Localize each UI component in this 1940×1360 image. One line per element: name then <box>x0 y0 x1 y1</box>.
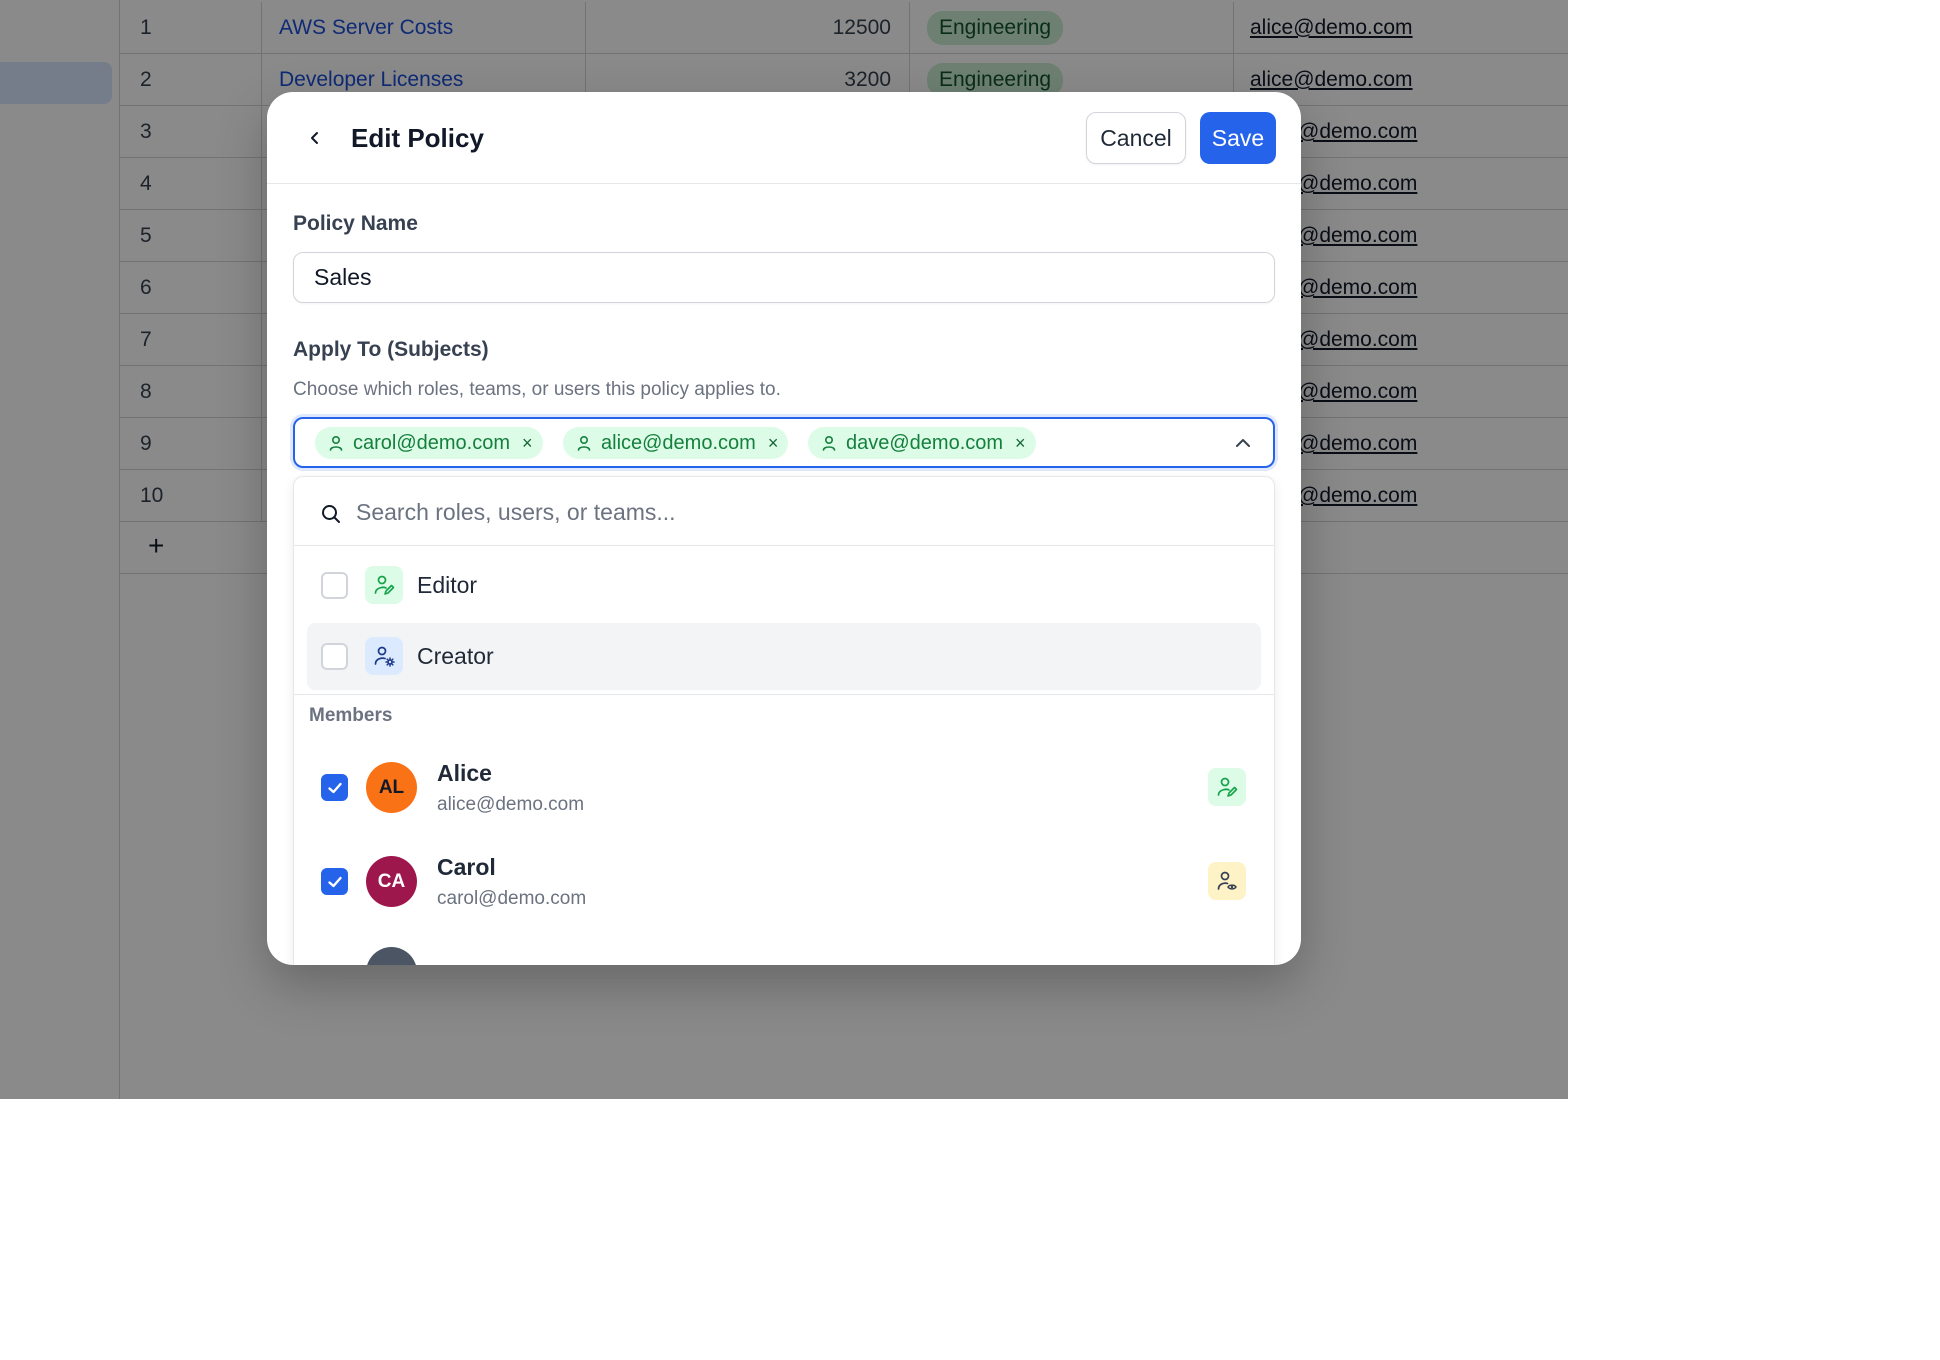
user-edit-icon <box>365 566 403 604</box>
check-icon <box>327 876 342 887</box>
policy-name-label: Policy Name <box>293 212 418 235</box>
selected-subject-chip: dave@demo.com × <box>808 427 1036 459</box>
avatar: CA <box>366 856 417 907</box>
check-icon <box>327 782 342 793</box>
user-icon <box>327 434 345 452</box>
user-edit-icon <box>1208 768 1246 806</box>
chip-remove-icon[interactable]: × <box>1015 433 1026 454</box>
member-option-carol[interactable]: CA Carol carol@demo.com <box>294 836 1274 926</box>
chip-remove-icon[interactable]: × <box>522 433 533 454</box>
policy-name-input[interactable]: Sales <box>293 252 1275 303</box>
member-email: alice@demo.com <box>437 794 585 815</box>
subjects-multiselect[interactable]: carol@demo.com × alice@demo.com × dave@d… <box>293 417 1275 468</box>
role-checkbox[interactable] <box>321 572 348 599</box>
user-icon <box>575 434 593 452</box>
role-option-editor[interactable]: Editor <box>307 552 1261 619</box>
user-view-icon <box>1208 862 1246 900</box>
search-icon <box>320 503 342 525</box>
avatar: AL <box>366 762 417 813</box>
search-input[interactable]: Search roles, users, or teams... <box>356 499 676 526</box>
role-option-creator[interactable]: Creator <box>307 623 1261 690</box>
user-icon <box>820 434 838 452</box>
subjects-helper-text: Choose which roles, teams, or users this… <box>293 379 781 400</box>
avatar <box>366 947 417 965</box>
save-button[interactable]: Save <box>1200 112 1276 164</box>
member-option-alice[interactable]: AL Alice alice@demo.com <box>294 742 1274 832</box>
members-section-title: Members <box>309 705 393 726</box>
dropdown-search[interactable]: Search roles, users, or teams... <box>294 477 1274 546</box>
modal-header: Edit Policy Cancel Save <box>267 92 1301 184</box>
role-checkbox[interactable] <box>321 643 348 670</box>
member-checkbox[interactable] <box>321 774 348 801</box>
chevron-up-icon[interactable] <box>1233 433 1253 453</box>
selected-subject-chip: carol@demo.com × <box>315 427 543 459</box>
member-name: Carol <box>437 854 496 880</box>
subjects-dropdown: Search roles, users, or teams... Editor … <box>293 476 1275 965</box>
chip-label: carol@demo.com <box>353 431 511 454</box>
chip-remove-icon[interactable]: × <box>768 433 779 454</box>
role-label: Creator <box>417 643 494 669</box>
member-name: Alice <box>437 760 492 786</box>
edit-policy-modal: Edit Policy Cancel Save Policy Name Sale… <box>267 92 1301 965</box>
subjects-label: Apply To (Subjects) <box>293 338 489 361</box>
member-email: carol@demo.com <box>437 888 587 909</box>
role-label: Editor <box>417 572 478 598</box>
back-button[interactable] <box>297 120 333 156</box>
chip-label: alice@demo.com <box>601 431 756 454</box>
selected-subject-chip: alice@demo.com × <box>563 427 789 459</box>
cancel-button[interactable]: Cancel <box>1086 112 1186 164</box>
chip-label: dave@demo.com <box>846 431 1004 454</box>
section-divider <box>294 694 1274 695</box>
chevron-left-icon <box>311 132 318 144</box>
user-gear-icon <box>365 637 403 675</box>
member-checkbox[interactable] <box>321 868 348 895</box>
modal-title: Edit Policy <box>351 123 484 153</box>
